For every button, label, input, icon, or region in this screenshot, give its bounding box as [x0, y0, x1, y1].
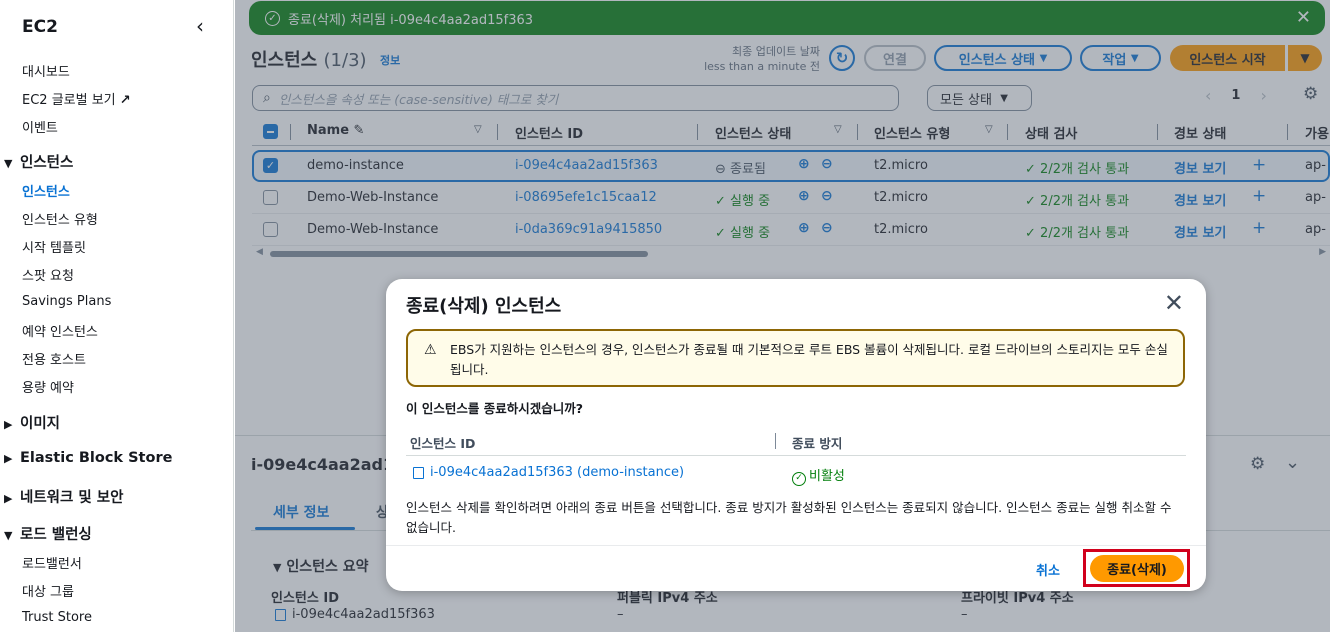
- instance-link[interactable]: i-09e4c4aa2ad15f363 (demo-instance): [413, 465, 684, 480]
- section-label: 이미지: [20, 416, 61, 432]
- sidebar-item-global-view[interactable]: EC2 글로벌 보기 ↗: [22, 89, 131, 108]
- cancel-button[interactable]: 취소: [1036, 560, 1060, 579]
- sidebar-item-load-balancers[interactable]: 로드밸런서: [22, 553, 82, 572]
- protection-value: 비활성: [809, 469, 845, 484]
- modal-title: 종료(삭제) 인스턴스: [406, 296, 562, 317]
- sidebar-item-target-groups[interactable]: 대상 그룹: [22, 581, 74, 600]
- terminate-button[interactable]: 종료(삭제): [1090, 555, 1184, 582]
- terminate-instance-modal: 종료(삭제) 인스턴스 ✕ ⚠ EBS가 지원하는 인스턴스의 경우, 인스턴스…: [386, 279, 1206, 591]
- sidebar-item-launch-templates[interactable]: 시작 템플릿: [22, 237, 86, 256]
- sidebar-item-spot-requests[interactable]: 스팟 요청: [22, 265, 74, 284]
- confirm-note: 인스턴스 삭제를 확인하려면 아래의 종료 버튼을 선택합니다. 종료 방지가 …: [406, 500, 1172, 535]
- check-circle-icon: ✓: [792, 472, 806, 486]
- sidebar-section-load-balancing[interactable]: ▼ 로드 밸런싱: [4, 523, 92, 544]
- sidebar-title[interactable]: EC2: [22, 17, 58, 37]
- section-label: 로드 밸런싱: [20, 527, 92, 543]
- caret-right-icon: ▶: [4, 418, 13, 431]
- sidebar-section-network[interactable]: ▶ 네트워크 및 보안: [4, 486, 123, 507]
- sidebar-section-ebs[interactable]: ▶ Elastic Block Store: [4, 450, 172, 466]
- warning-alert: ⚠ EBS가 지원하는 인스턴스의 경우, 인스턴스가 종료될 때 기본적으로 …: [406, 329, 1185, 387]
- column-header-instance-id: 인스턴스 ID: [410, 436, 476, 451]
- caret-right-icon: ▶: [4, 452, 13, 465]
- sidebar-item-savings-plans[interactable]: Savings Plans: [22, 294, 111, 309]
- sidebar-item-dedicated-hosts[interactable]: 전용 호스트: [22, 349, 86, 368]
- caret-down-icon: ▼: [4, 157, 13, 170]
- column-divider: [775, 433, 776, 449]
- chevron-left-icon[interactable]: ‹: [196, 14, 204, 38]
- termination-protection-status: ✓ 비활성: [792, 465, 845, 486]
- modal-footer-divider: [386, 545, 1206, 546]
- sidebar-item-capacity-reservations[interactable]: 용량 예약: [22, 377, 74, 396]
- sidebar-section-instances[interactable]: ▼ 인스턴스: [4, 151, 73, 172]
- section-label: 인스턴스: [20, 155, 74, 171]
- sidebar-item-reserved-instances[interactable]: 예약 인스턴스: [22, 321, 98, 340]
- warning-text: EBS가 지원하는 인스턴스의 경우, 인스턴스가 종료될 때 기본적으로 루트…: [450, 342, 1168, 377]
- column-header-termination-protection: 종료 방지: [792, 436, 843, 451]
- copy-icon[interactable]: [413, 466, 424, 479]
- caret-right-icon: ▶: [4, 492, 13, 505]
- table-divider: [406, 455, 1186, 456]
- sidebar-item-label: EC2 글로벌 보기: [22, 93, 116, 108]
- sidebar-item-dashboard[interactable]: 대시보드: [22, 61, 70, 80]
- instance-link-text: i-09e4c4aa2ad15f363 (demo-instance): [430, 465, 685, 480]
- section-label: Elastic Block Store: [20, 450, 173, 466]
- sidebar-section-images[interactable]: ▶ 이미지: [4, 412, 60, 433]
- sidebar: EC2 ‹ 대시보드 EC2 글로벌 보기 ↗ 이벤트 ▼ 인스턴스 인스턴스 인…: [0, 0, 234, 632]
- sidebar-item-instance-types[interactable]: 인스턴스 유형: [22, 209, 98, 228]
- close-icon[interactable]: ✕: [1164, 290, 1184, 316]
- external-link-icon: ↗: [119, 93, 131, 108]
- confirm-question: 이 인스턴스를 종료하시겠습니까?: [406, 401, 583, 416]
- warning-icon: ⚠: [424, 342, 437, 358]
- sidebar-item-trust-store[interactable]: Trust Store: [22, 610, 92, 625]
- sidebar-item-instances[interactable]: 인스턴스: [22, 181, 70, 200]
- sidebar-item-events[interactable]: 이벤트: [22, 117, 58, 136]
- caret-down-icon: ▼: [4, 529, 13, 542]
- section-label: 네트워크 및 보안: [20, 490, 124, 506]
